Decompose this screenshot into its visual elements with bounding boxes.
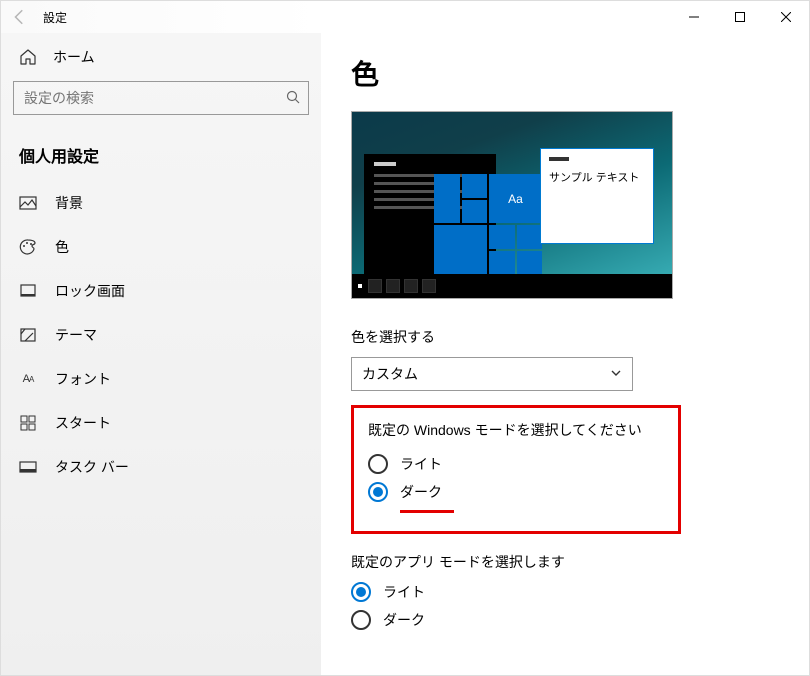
radio-label: ライト [400,454,442,474]
color-select-value: カスタム [362,364,418,384]
sidebar-item-taskbar[interactable]: タスク バー [1,445,321,489]
sidebar-item-themes[interactable]: テーマ [1,313,321,357]
sidebar-item-lockscreen[interactable]: ロック画面 [1,269,321,313]
font-icon: AA [19,370,37,388]
taskbar-icon [19,458,37,476]
windows-mode-light-radio[interactable]: ライト [368,454,664,474]
sidebar-item-label: スタート [55,413,111,433]
radio-icon [368,454,388,474]
close-button[interactable] [763,1,809,33]
home-icon [19,48,37,66]
highlight-underline [400,510,454,513]
picture-icon [19,194,37,212]
radio-icon [351,610,371,630]
lockscreen-icon [19,282,37,300]
theme-icon [19,326,37,344]
radio-label: ライト [383,582,425,602]
windows-mode-label: 既定の Windows モードを選択してください [368,420,664,440]
minimize-button[interactable] [671,1,717,33]
section-heading: 個人用設定 [1,133,321,181]
page-title: 色 [351,53,809,93]
sidebar-item-label: テーマ [55,325,97,345]
app-mode-light-radio[interactable]: ライト [351,582,809,602]
radio-icon [368,482,388,502]
search-icon [286,90,300,107]
sidebar-item-fonts[interactable]: AA フォント [1,357,321,401]
color-select-label: 色を選択する [351,327,809,347]
windows-mode-dark-radio[interactable]: ダーク [368,482,664,502]
color-preview: Aa サンプル テキスト [351,111,673,299]
app-mode-dark-radio[interactable]: ダーク [351,610,809,630]
sidebar-item-start[interactable]: スタート [1,401,321,445]
app-title: 設定 [43,9,67,26]
sidebar: ホーム 個人用設定 背景 色 ロック画面 テーマ [1,33,321,675]
sidebar-item-label: ロック画面 [55,281,125,301]
search-input[interactable] [24,90,286,106]
chevron-down-icon [610,366,622,382]
windows-mode-highlight: 既定の Windows モードを選択してください ライト ダーク [351,405,681,534]
radio-label: ダーク [383,610,425,630]
radio-label: ダーク [400,482,442,502]
sidebar-item-label: 色 [55,237,69,257]
preview-aa-tile: Aa [489,174,542,223]
palette-icon [19,238,37,256]
radio-icon [351,582,371,602]
back-icon[interactable] [11,8,29,26]
home-label: ホーム [53,47,95,67]
maximize-button[interactable] [717,1,763,33]
sidebar-item-label: タスク バー [55,457,129,477]
app-mode-label: 既定のアプリ モードを選択します [351,552,809,572]
sidebar-item-label: フォント [55,369,111,389]
start-icon [19,414,37,432]
sidebar-item-background[interactable]: 背景 [1,181,321,225]
color-select[interactable]: カスタム [351,357,633,391]
home-button[interactable]: ホーム [1,33,321,81]
main-content: 色 Aa サンプル テキスト 色を選択する [321,33,809,675]
search-box[interactable] [13,81,309,115]
sidebar-item-colors[interactable]: 色 [1,225,321,269]
sidebar-item-label: 背景 [55,193,83,213]
preview-sample-text: サンプル テキスト [549,172,639,184]
titlebar: 設定 [1,1,809,33]
